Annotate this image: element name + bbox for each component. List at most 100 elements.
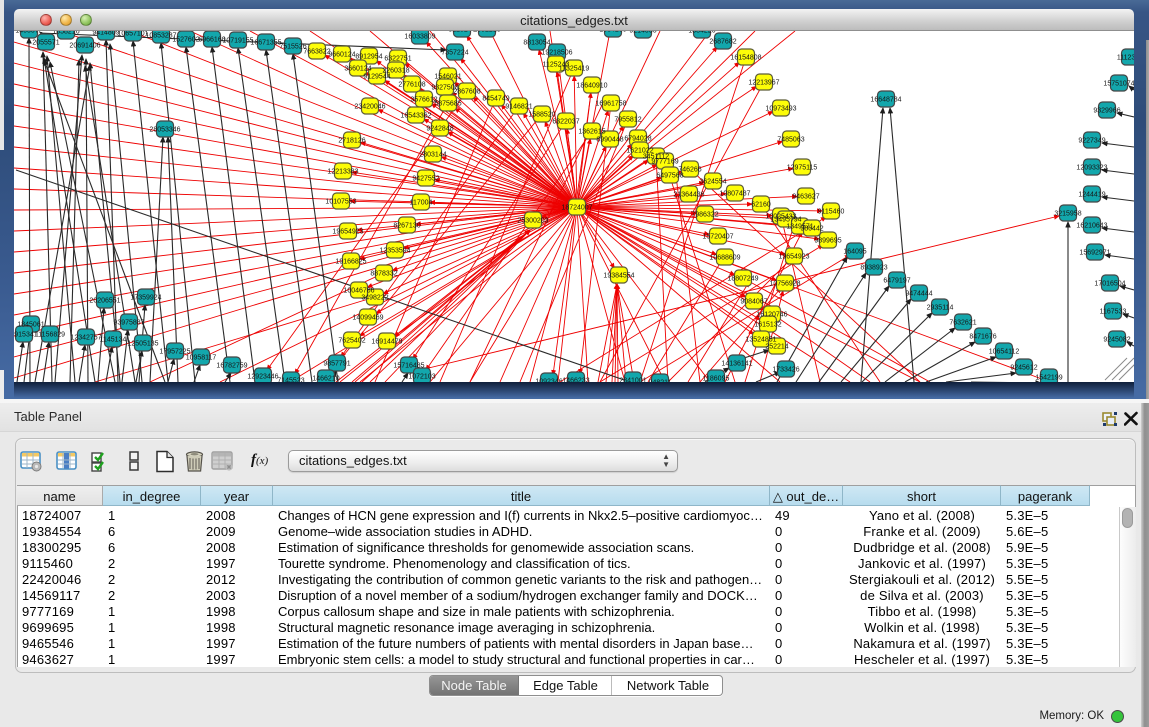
svg-text:9115460: 9115460 xyxy=(818,209,845,216)
svg-text:9660124: 9660124 xyxy=(328,52,355,59)
svg-text:2055571: 2055571 xyxy=(32,40,59,47)
svg-text:1542199: 1542199 xyxy=(1035,375,1062,382)
svg-text:1072103: 1072103 xyxy=(408,374,435,381)
svg-text:12213967: 12213967 xyxy=(748,80,779,87)
svg-text:8471676: 8471676 xyxy=(969,334,996,341)
svg-text:1092218: 1092218 xyxy=(473,31,500,34)
svg-text:9129544: 9129544 xyxy=(363,74,390,81)
svg-text:16120746: 16120746 xyxy=(756,312,787,319)
svg-text:10719155: 10719155 xyxy=(222,38,253,45)
svg-text:12975115: 12975115 xyxy=(787,165,818,172)
svg-text:3624554: 3624554 xyxy=(699,179,726,186)
svg-text:6497568: 6497568 xyxy=(656,173,683,180)
svg-text:17016504: 17016504 xyxy=(1094,281,1125,288)
svg-text:93975887: 93975887 xyxy=(113,320,144,327)
svg-text:13495794: 13495794 xyxy=(770,217,801,224)
svg-text:9857791: 9857791 xyxy=(323,361,350,368)
svg-text:16648784: 16648784 xyxy=(870,97,901,104)
svg-text:2687682: 2687682 xyxy=(709,39,736,46)
svg-text:1584209: 1584209 xyxy=(599,31,626,34)
svg-text:12342757: 12342757 xyxy=(70,335,101,342)
svg-text:3215958: 3215958 xyxy=(1054,211,1081,218)
svg-text:3660124: 3660124 xyxy=(344,66,371,73)
svg-text:1362615: 1362615 xyxy=(578,129,605,136)
svg-text:9427552: 9427552 xyxy=(412,176,439,183)
svg-text:14099469: 14099469 xyxy=(352,315,383,322)
svg-text:7632621: 7632621 xyxy=(949,320,976,327)
svg-text:19384554: 19384554 xyxy=(603,273,634,280)
svg-text:12505135: 12505135 xyxy=(127,341,158,348)
svg-text:15716485: 15716485 xyxy=(393,363,424,370)
svg-text:18807249: 18807249 xyxy=(727,276,758,283)
svg-text:25300203: 25300203 xyxy=(517,218,548,225)
svg-text:1145134: 1145134 xyxy=(100,337,127,344)
svg-text:1405572: 1405572 xyxy=(15,31,42,35)
svg-text:10107553: 10107553 xyxy=(325,199,356,206)
svg-text:1733426: 1733426 xyxy=(772,367,799,374)
svg-text:2867608: 2867608 xyxy=(453,89,480,96)
svg-text:12923446: 12923446 xyxy=(247,374,278,381)
svg-text:9245612: 9245612 xyxy=(1010,365,1037,372)
svg-text:2260318: 2260318 xyxy=(382,68,409,75)
svg-text:8912954: 8912954 xyxy=(355,54,382,61)
svg-text:6322751: 6322751 xyxy=(384,56,411,63)
svg-text:8125247: 8125247 xyxy=(448,31,475,34)
svg-text:21364436: 21364436 xyxy=(673,192,704,199)
svg-text:19654923: 19654923 xyxy=(332,229,363,236)
svg-text:12213383: 12213383 xyxy=(327,169,358,176)
svg-text:10973493: 10973493 xyxy=(765,106,796,113)
svg-text:10958117: 10958117 xyxy=(186,355,217,362)
svg-text:8454749: 8454749 xyxy=(482,96,509,103)
svg-text:20691406: 20691406 xyxy=(69,43,100,50)
svg-text:8878332: 8878332 xyxy=(370,271,397,278)
svg-text:1845061: 1845061 xyxy=(17,322,44,329)
svg-text:16154808: 16154808 xyxy=(730,55,761,62)
svg-text:7663822: 7663822 xyxy=(303,49,330,56)
svg-text:28053346: 28053346 xyxy=(149,127,180,134)
svg-text:16210643: 16210643 xyxy=(1076,223,1107,230)
svg-text:10654112: 10654112 xyxy=(989,349,1020,356)
svg-text:19218506: 19218506 xyxy=(541,50,572,57)
svg-text:5875685: 5875685 xyxy=(434,101,461,108)
svg-text:3498222: 3498222 xyxy=(361,295,388,302)
svg-text:20206551: 20206551 xyxy=(89,298,120,305)
svg-text:9463627: 9463627 xyxy=(792,194,819,201)
svg-text:10688609: 10688609 xyxy=(709,255,740,262)
svg-text:10756928: 10756928 xyxy=(769,281,800,288)
svg-text:1546021: 1546021 xyxy=(434,74,461,81)
svg-text:7955812: 7955812 xyxy=(614,117,641,124)
svg-text:6794028: 6794028 xyxy=(624,136,651,143)
svg-text:8267130: 8267130 xyxy=(393,223,420,230)
svg-text:7485063: 7485063 xyxy=(777,137,804,144)
svg-text:23420046: 23420046 xyxy=(354,104,385,111)
svg-text:7625402: 7625402 xyxy=(338,338,365,345)
svg-text:16671355: 16671355 xyxy=(250,40,281,47)
svg-text:1384220: 1384220 xyxy=(688,31,715,35)
svg-text:9899695: 9899695 xyxy=(814,238,841,245)
svg-text:11325419: 11325419 xyxy=(559,66,590,73)
svg-text:9414809: 9414809 xyxy=(92,31,119,37)
svg-text:16782759: 16782759 xyxy=(216,363,247,370)
svg-text:2803144: 2803144 xyxy=(419,152,446,159)
svg-text:15751074: 15751074 xyxy=(1103,81,1134,88)
svg-text:16543362: 16543362 xyxy=(400,113,431,120)
svg-text:17359924: 17359924 xyxy=(130,295,161,302)
svg-text:1588520: 1588520 xyxy=(528,112,555,119)
svg-text:6479197: 6479197 xyxy=(883,278,910,285)
svg-text:16961758: 16961758 xyxy=(595,101,626,108)
svg-text:14136141: 14136141 xyxy=(721,361,752,368)
svg-text:19654923: 19654923 xyxy=(778,254,809,261)
svg-text:9777169: 9777169 xyxy=(651,159,678,166)
svg-text:9245082: 9245082 xyxy=(1103,337,1130,344)
svg-text:164095: 164095 xyxy=(843,249,866,256)
svg-text:9474444: 9474444 xyxy=(905,291,932,298)
svg-text:7357224: 7357224 xyxy=(441,50,468,57)
svg-text:1244419: 1244419 xyxy=(1078,192,1105,199)
svg-text:7986322: 7986322 xyxy=(691,212,718,219)
svg-text:9084067: 9084067 xyxy=(740,299,767,306)
svg-text:16914479: 16914479 xyxy=(371,339,402,346)
svg-text:2776108: 2776108 xyxy=(398,82,425,89)
svg-text:13524851: 13524851 xyxy=(745,337,776,344)
svg-text:62160: 62160 xyxy=(751,202,771,209)
svg-text:9227349: 9227349 xyxy=(1078,138,1105,145)
